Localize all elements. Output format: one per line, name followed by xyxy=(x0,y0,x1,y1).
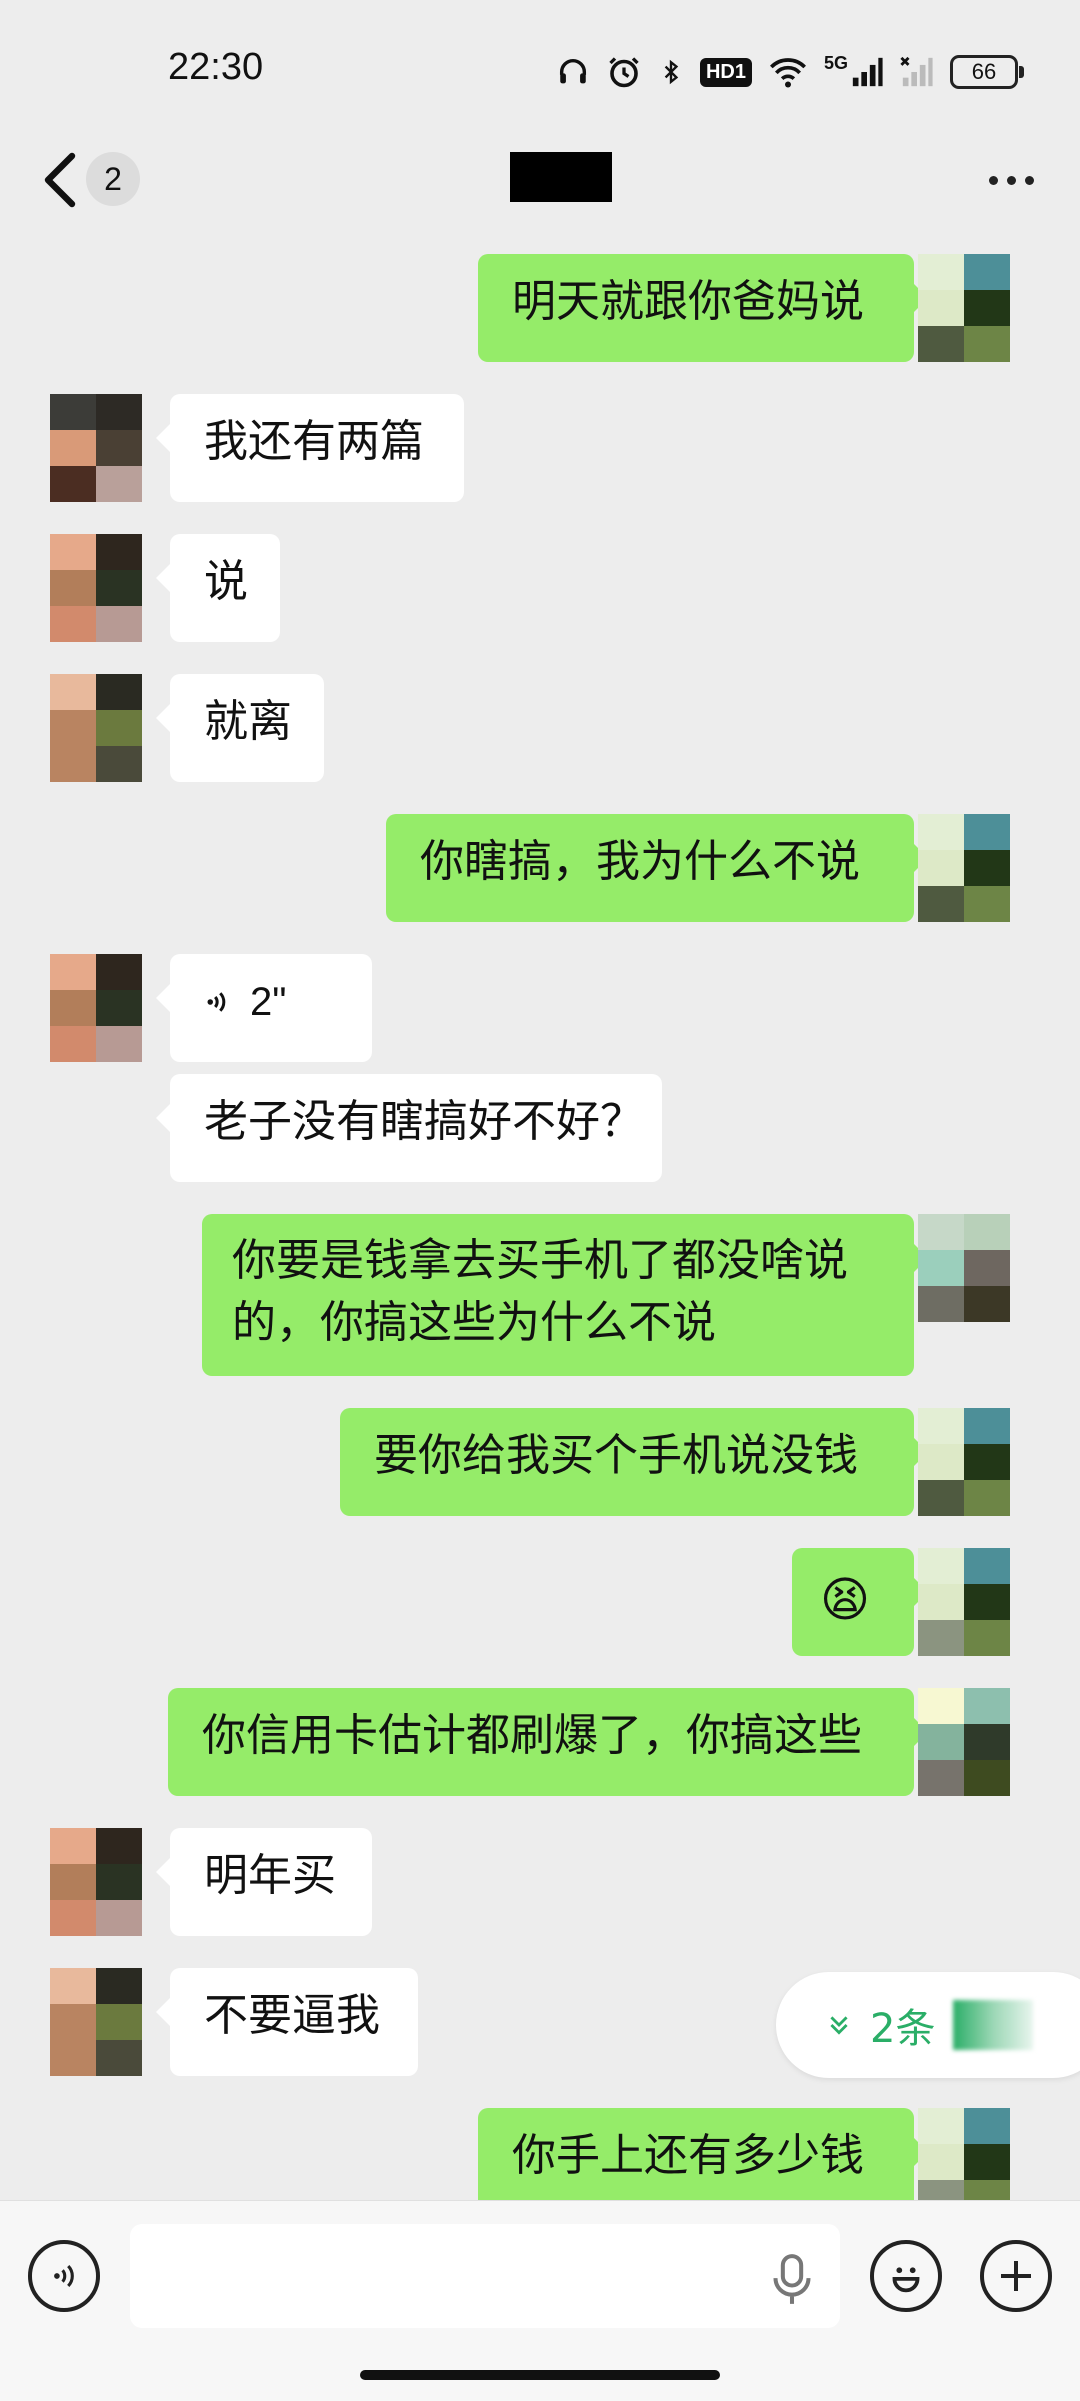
back-arrow-icon[interactable] xyxy=(40,150,80,210)
my-avatar[interactable] xyxy=(918,814,1010,922)
more-features-button[interactable] xyxy=(980,2240,1052,2312)
message-bubble[interactable]: 要你给我买个手机说没钱 xyxy=(340,1408,928,1516)
redacted-blur xyxy=(953,2000,1034,2050)
message-bubble[interactable]: 明天就跟你爸妈说 xyxy=(478,254,928,362)
contact-avatar[interactable] xyxy=(50,534,142,642)
message-text: 就离 xyxy=(204,696,292,747)
message-text: 不要逼我 xyxy=(204,1990,380,2041)
more-options-icon[interactable] xyxy=(989,176,1034,185)
contact-avatar[interactable] xyxy=(50,1828,142,1936)
voice-play-icon xyxy=(207,992,226,1012)
smiley-icon xyxy=(892,2267,920,2293)
signal-strength-icon xyxy=(852,57,883,87)
voice-input-toggle-button[interactable] xyxy=(28,2240,100,2312)
wifi-icon xyxy=(770,58,806,88)
message-text: 我还有两篇 xyxy=(204,416,424,467)
message-text: 你手上还有多少钱 xyxy=(512,2130,864,2181)
message-text: 你信用卡估计都刷爆了，你搞这些 xyxy=(202,1710,862,1761)
my-avatar[interactable] xyxy=(918,1688,1010,1796)
plus-icon xyxy=(1001,2261,1031,2291)
message-text: 明年买 xyxy=(204,1850,336,1901)
voice-duration: 2" xyxy=(250,980,287,1024)
message-bubble[interactable]: 你瞎搞，我为什么不说 xyxy=(386,814,928,922)
message-bubble[interactable]: 不要逼我 xyxy=(156,1968,418,2076)
contact-avatar[interactable] xyxy=(50,1968,142,2076)
message-text: 说 xyxy=(204,556,248,607)
status-icons: HD1 5G 66 xyxy=(556,50,1024,94)
message-text: 你要是钱拿去买手机了都没啥说的，你搞这些为什么不说 xyxy=(232,1235,848,1348)
my-avatar[interactable] xyxy=(918,254,1010,362)
battery-level: 66 xyxy=(971,59,997,84)
message-bubble[interactable]: 就离 xyxy=(156,674,324,782)
bluetooth-icon xyxy=(664,59,679,85)
home-indicator[interactable] xyxy=(360,2370,720,2380)
message-bubble[interactable]: 说 xyxy=(156,534,280,642)
emoji-content: 😫 xyxy=(820,1572,871,1628)
my-avatar[interactable] xyxy=(918,1214,1010,1322)
emoji-button[interactable] xyxy=(870,2240,942,2312)
my-avatar[interactable] xyxy=(918,1548,1010,1656)
microphone-icon[interactable] xyxy=(770,2252,814,2308)
new-messages-pill[interactable]: 2条 xyxy=(776,1972,1080,2078)
message-bubble[interactable]: 你信用卡估计都刷爆了，你搞这些 xyxy=(168,1688,928,1796)
message-text: 你瞎搞，我为什么不说 xyxy=(420,836,860,887)
message-text: 明天就跟你爸妈说 xyxy=(512,276,864,327)
double-chevron-down-icon xyxy=(830,2016,848,2035)
unread-count-badge[interactable]: 2 xyxy=(86,152,140,206)
new-messages-label: 2条 xyxy=(870,2006,936,2052)
contact-avatar[interactable] xyxy=(50,954,142,1062)
message-bubble[interactable]: 老子没有瞎搞好不好？ xyxy=(156,1074,662,1182)
headphones-icon xyxy=(559,59,587,84)
voice-message-bubble[interactable]: 2" xyxy=(156,954,372,1062)
emoji-message-bubble[interactable]: 😫 xyxy=(792,1548,928,1656)
chat-title-redacted xyxy=(510,152,612,202)
network-type-label: 5G xyxy=(823,52,848,73)
voice-wave-icon xyxy=(54,2264,74,2288)
message-bubble[interactable]: 我还有两篇 xyxy=(156,394,464,502)
alarm-icon xyxy=(609,57,639,88)
battery-indicator: 66 xyxy=(950,55,1024,89)
message-text: 要你给我买个手机说没钱 xyxy=(374,1430,858,1481)
message-input[interactable] xyxy=(130,2224,840,2328)
no-signal-icon xyxy=(900,56,933,87)
message-bubble[interactable]: 你要是钱拿去买手机了都没啥说的，你搞这些为什么不说 xyxy=(202,1214,928,1376)
status-bar: 22:30 HD1 5G 66 xyxy=(0,0,1080,140)
my-avatar[interactable] xyxy=(918,1408,1010,1516)
status-time: 22:30 xyxy=(168,46,264,88)
contact-avatar[interactable] xyxy=(50,674,142,782)
contact-avatar[interactable] xyxy=(50,394,142,502)
message-bubble[interactable]: 明年买 xyxy=(156,1828,372,1936)
message-text: 老子没有瞎搞好不好？ xyxy=(204,1096,644,1147)
hd-voice-badge: HD1 xyxy=(699,57,752,87)
